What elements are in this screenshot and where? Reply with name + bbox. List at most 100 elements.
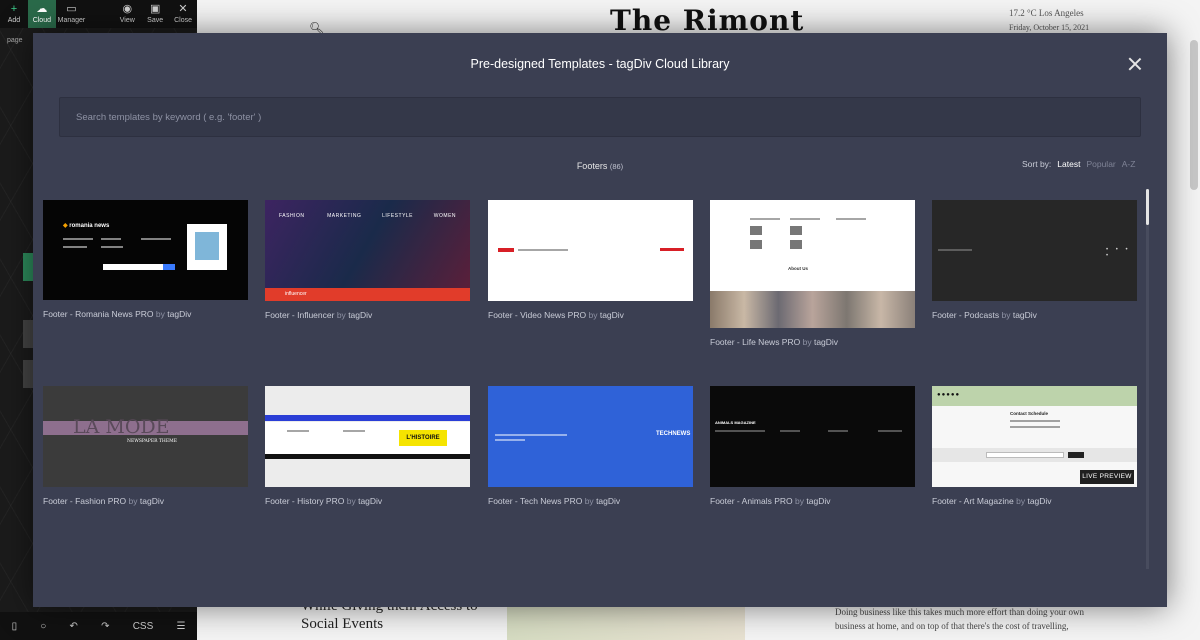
save-button[interactable]: ▣ Save [141,0,169,28]
thumb-line [715,430,765,432]
thumb-bottom-bar: influencer [265,288,470,301]
editor-bottom-bar: ▯ ○ ↶ ↷ CSS ☰ [0,612,197,640]
sort-popular[interactable]: Popular [1086,159,1115,169]
modal-scrollbar[interactable] [1146,189,1149,225]
layers-icon: ▭ [66,3,77,15]
undo-icon[interactable]: ↶ [70,621,78,632]
thumb-line [495,434,567,436]
thumb-subtitle: NEWSPAPER THEME [127,439,178,444]
category-count: (86) [609,162,624,171]
view-button[interactable]: ◉ View [113,0,141,28]
plus-icon: + [10,3,18,15]
view-label: View [119,17,135,24]
template-thumbnail[interactable]: • • • • [932,200,1137,301]
close-label: Close [174,17,192,24]
close-icon: ✕ [178,3,188,15]
article-body: Doing business like this takes much more… [835,605,1095,633]
site-date: Friday, October 15, 2021 [1009,23,1090,32]
cloud-button[interactable]: ☁ Cloud [27,0,56,28]
thumb-line [780,430,800,432]
floppy-icon: ▣ [149,3,161,15]
sidebar-block-2[interactable] [23,360,33,388]
thumb-image [187,224,227,270]
thumb-bottom-bar [265,454,470,459]
thumb-image-inner [195,232,219,260]
thumb-line [141,238,171,240]
thumb-line [1010,420,1060,422]
category-name: Footers [576,161,608,171]
thumb-logo: LA MODE [73,416,170,438]
template-title: Footer - Romania News PRO by tagDiv [43,309,192,319]
sidebar-action-button[interactable] [23,253,33,281]
thumb-logo: TECHNEWS [656,431,691,437]
template-search-input[interactable] [59,97,1141,137]
thumb-logo [498,248,514,252]
body-line-1: Doing business like this takes much more… [835,607,1085,617]
thumb-image [790,240,802,249]
breadcrumb[interactable]: page [7,37,23,44]
thumb-line [828,430,848,432]
redo-icon[interactable]: ↷ [101,621,109,632]
editor-toolbar: + Add ☁ Cloud ▭ Manager ◉ View ▣ Save ✕ … [0,0,197,28]
thumb-line [790,218,820,220]
thumb-line [938,249,972,251]
thumb-social: ●●●●● [937,392,961,398]
manager-button[interactable]: ▭ Manager [56,0,87,28]
template-thumbnail[interactable]: ◆ romania news [43,200,248,300]
mobile-icon[interactable]: ▯ [12,621,18,632]
thumb-logo: ANIMALS MAGAZINE [715,420,756,425]
thumb-image [750,226,762,235]
close-modal-button[interactable] [1127,56,1143,72]
modal-title: Pre-designed Templates - tagDiv Cloud Li… [470,57,730,71]
template-title: Footer - Tech News PRO by tagDiv [488,496,621,506]
thumb-nav-bar [265,415,470,421]
add-button[interactable]: + Add [0,0,28,28]
thumb-line [518,249,568,251]
thumb-line [836,218,866,220]
list-icon[interactable]: ☰ [176,621,185,632]
thumb-image [750,240,762,249]
template-thumbnail[interactable]: TECHNEWS [488,386,693,487]
sort-latest[interactable]: Latest [1057,159,1080,169]
sort-a-z[interactable]: A-Z [1122,159,1136,169]
article-photo [507,607,745,640]
template-title: Footer - Animals PRO by tagDiv [710,496,831,506]
thumb-logo: L'HISTOIRE [399,430,447,446]
eye-icon: ◉ [122,3,133,15]
sort-label: Sort by: [1022,159,1052,169]
add-label: Add [7,17,21,24]
template-thumbnail[interactable]: L'HISTOIRE [265,386,470,487]
live-preview-button[interactable]: LIVE PREVIEW [1080,470,1134,484]
thumb-social [660,248,684,251]
sort-controls: Sort by: Latest Popular A-Z [1022,159,1135,169]
css-icon[interactable]: CSS [133,621,154,632]
template-title: Footer - Life News PRO by tagDiv [710,337,839,347]
weather-widget: 17.2 °C Los Angeles [1009,8,1084,18]
cloud-icon: ☁ [36,3,48,15]
template-thumbnail[interactable]: ANIMALS MAGAZINE [710,386,915,487]
thumb-line [63,246,87,248]
close-editor-button[interactable]: ✕ Close [169,0,197,28]
thumb-button [163,264,175,270]
template-thumbnail[interactable] [488,200,693,301]
circle-icon[interactable]: ○ [40,621,46,632]
template-thumbnail[interactable]: FASHION MARKETING LIFESTYLE WOMEN influe… [265,200,470,301]
thumb-line [101,246,123,248]
thumb-button [1068,452,1084,458]
thumb-input [986,452,1064,458]
sidebar-block-1[interactable] [23,320,33,348]
template-title: Footer - Fashion PRO by tagDiv [43,496,164,506]
template-title: Footer - Influencer by tagDiv [265,310,373,320]
template-thumbnail[interactable]: LA MODE NEWSPAPER THEME [43,386,248,487]
template-title: Footer - Video News PRO by tagDiv [488,310,624,320]
template-thumbnail[interactable]: ●●●●● Contact Schedule LIVE PREVIEW [932,386,1137,487]
thumb-heading: About Us [788,266,808,271]
template-title: Footer - Art Magazine by tagDiv [932,496,1052,506]
modal-scroll-track[interactable] [1146,189,1149,569]
thumb-line [101,238,121,240]
thumb-line [495,439,525,441]
page-scrollbar[interactable] [1190,40,1198,190]
template-thumbnail[interactable]: About Us [710,200,915,328]
save-label: Save [147,17,164,24]
